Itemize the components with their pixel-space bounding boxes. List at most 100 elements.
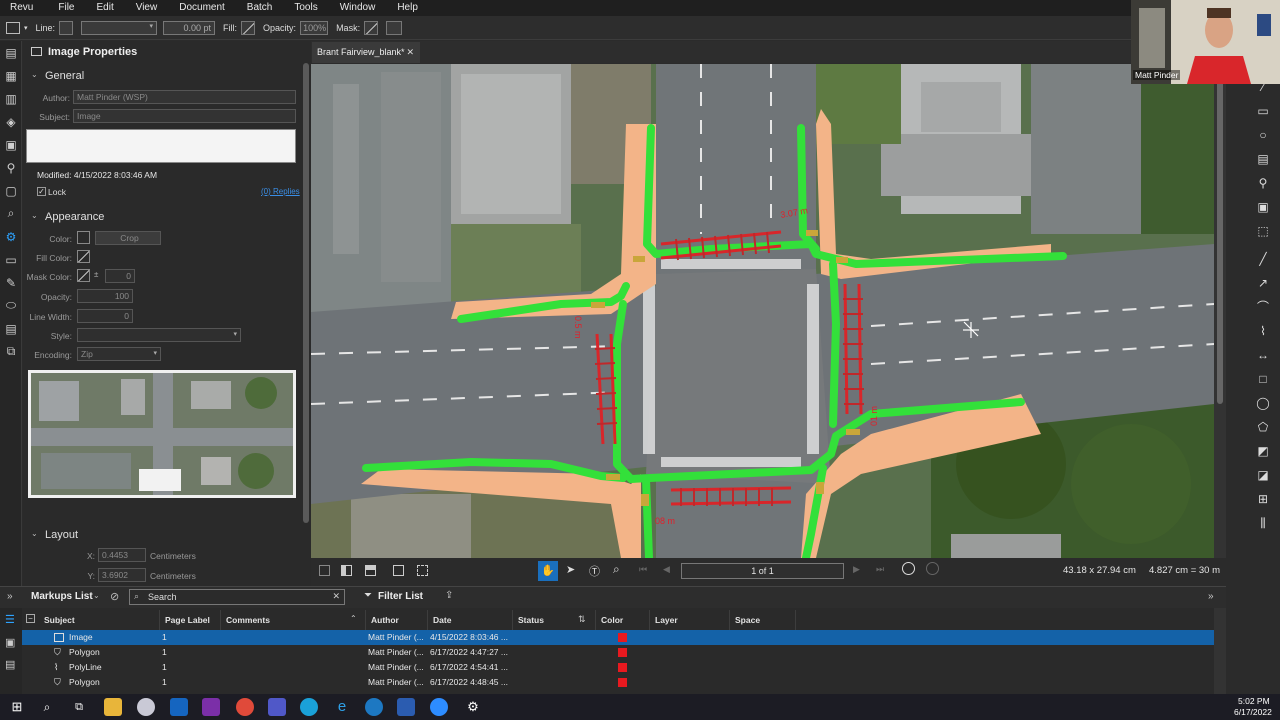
select-arrow-icon[interactable]: ➤	[566, 563, 575, 576]
filter-list-button[interactable]: Filter List	[378, 591, 423, 602]
fence-tool-icon[interactable]: ⫼	[1254, 514, 1272, 532]
arrow-tool-icon[interactable]: ↗	[1254, 274, 1272, 292]
list-view-icon[interactable]: ☰	[5, 613, 15, 626]
grid-icon[interactable]: ▦	[0, 64, 22, 87]
visibility-toggle-icon[interactable]: ⊘	[110, 590, 119, 603]
fill-color-swatch[interactable]	[77, 250, 90, 263]
chevron-down-icon[interactable]: ⌄	[93, 591, 100, 600]
col-subject[interactable]: Subject	[39, 610, 160, 630]
summary-icon[interactable]: ▣	[5, 636, 15, 649]
crop-button[interactable]: Crop	[95, 231, 161, 245]
page-number-field[interactable]: 1 of 1	[681, 563, 844, 579]
windows-start-icon[interactable]: ⊞	[8, 698, 26, 716]
aerial-intersection-map[interactable]: 3.07 m 0.5 m 01 m 08 m	[311, 64, 1214, 558]
measure-icon[interactable]: ▭	[0, 248, 22, 271]
status-filter-icon[interactable]: ⇅	[578, 614, 586, 625]
col-date[interactable]: Date	[428, 610, 513, 630]
menu-document[interactable]: Document	[168, 0, 236, 16]
line-width-stepper[interactable]: 0	[77, 309, 133, 323]
forward-view-icon[interactable]	[926, 562, 939, 575]
text-select-icon[interactable]: Ⓣ	[589, 563, 600, 579]
layout-section-header[interactable]: Layout	[45, 529, 78, 541]
markups-scrollbar[interactable]	[1214, 608, 1226, 694]
layers-icon[interactable]: ◈	[0, 110, 22, 133]
properties-gear-icon[interactable]: ⚙	[0, 225, 22, 248]
snapshot-tool-icon[interactable]: ⬚	[1254, 222, 1272, 240]
outlook-icon[interactable]	[170, 698, 188, 716]
search-icon[interactable]: ⌕	[38, 698, 56, 716]
line-width-stepper[interactable]: 0.00 pt	[163, 20, 216, 35]
style-dropdown[interactable]: ▾	[77, 328, 241, 342]
dimension-tool-icon[interactable]: ↔	[1254, 346, 1272, 364]
mask-tolerance-stepper[interactable]: 0	[105, 269, 135, 283]
x-field[interactable]: 0.4453	[98, 548, 146, 562]
table-row[interactable]: ⛉ Polygon 1 Matt Pinder (... 6/17/2022 4…	[22, 675, 1214, 690]
table-row[interactable]: Image 1 Matt Pinder (... 4/15/2022 8:03:…	[22, 630, 1214, 645]
line-tool-icon[interactable]: ╱	[1254, 250, 1272, 268]
thumbnails-icon[interactable]: ▤	[0, 41, 22, 64]
chevron-down-icon[interactable]: ⌄	[31, 529, 38, 538]
report-icon[interactable]: ▤	[5, 658, 15, 671]
author-field[interactable]: Matt Pinder (WSP)	[73, 90, 296, 104]
close-icon[interactable]: ✕	[406, 42, 414, 63]
search-icon[interactable]: ⌕	[0, 202, 22, 225]
menu-file[interactable]: File	[47, 0, 85, 16]
sort-asc-icon[interactable]: ⌃	[350, 614, 357, 623]
fill-color-swatch[interactable]	[241, 20, 256, 35]
chevron-down-icon[interactable]: ⌄	[31, 211, 38, 220]
mask-color-swatch[interactable]	[77, 269, 90, 282]
image-tool-icon[interactable]: ▣	[1254, 198, 1272, 216]
mask-color-swatch[interactable]	[364, 20, 379, 35]
panel-scroll-thumb[interactable]	[303, 63, 309, 523]
markups-list-title[interactable]: Markups List	[31, 591, 93, 602]
appearance-section-header[interactable]: Appearance	[45, 211, 104, 223]
image-tool-icon[interactable]	[6, 21, 20, 34]
opacity-stepper[interactable]: 100	[77, 289, 133, 303]
file-access-icon[interactable]: ▢	[0, 179, 22, 202]
col-author[interactable]: Author	[366, 610, 428, 630]
expand-panel-icon[interactable]: »	[1208, 591, 1214, 602]
panel-scrollbar[interactable]	[301, 59, 311, 586]
clear-search-icon[interactable]: ✕	[332, 591, 340, 602]
zoom-icon[interactable]: ⌕	[613, 562, 620, 577]
col-comments[interactable]: Comments	[221, 610, 366, 630]
eraser-tool-icon[interactable]: ◪	[1254, 466, 1272, 484]
prev-page-icon[interactable]: ◀	[663, 564, 670, 575]
table-row[interactable]: ⛉ Polygon 1 Matt Pinder (... 6/17/2022 4…	[22, 645, 1214, 660]
split-vertical-icon[interactable]	[341, 565, 352, 576]
bookmarks-icon[interactable]: ▥	[0, 87, 22, 110]
toolchest-icon[interactable]: ▣	[0, 133, 22, 156]
document-tab[interactable]: Brant Fairview_blank* ✕	[312, 42, 420, 63]
task-view-icon[interactable]: ⧉	[70, 698, 88, 716]
col-layer[interactable]: Layer	[650, 610, 730, 630]
stamp-tool-icon[interactable]: ▭	[1254, 102, 1272, 120]
area-measure-icon[interactable]: ◩	[1254, 442, 1272, 460]
tag-icon[interactable]: ⬭	[0, 294, 22, 317]
snap-grid-icon[interactable]	[417, 565, 428, 576]
settings-gear-icon[interactable]: ⚙	[464, 698, 482, 716]
first-page-icon[interactable]: ⏮	[639, 564, 647, 575]
back-view-icon[interactable]	[902, 562, 915, 575]
y-field[interactable]: 3.6902	[98, 568, 146, 582]
col-page-label[interactable]: Page Label	[160, 610, 221, 630]
drawing-canvas[interactable]: 3.07 m 0.5 m 01 m 08 m	[311, 64, 1214, 558]
split-horizontal-icon[interactable]	[365, 565, 376, 576]
image-tool-dropdown-icon[interactable]: ▾	[24, 24, 28, 32]
onenote-icon[interactable]	[202, 698, 220, 716]
person-icon[interactable]: ⚲	[0, 156, 22, 179]
lock-checkbox[interactable]: ✓	[37, 187, 46, 196]
collapse-all-icon[interactable]: −	[26, 614, 35, 623]
word-icon[interactable]	[397, 698, 415, 716]
markups-search-input[interactable]: ⌕ Search ✕	[129, 589, 345, 605]
canvas-scrollbar[interactable]	[1214, 64, 1226, 558]
menu-window[interactable]: Window	[329, 0, 387, 16]
col-space[interactable]: Space	[730, 610, 796, 630]
stamp-person-icon[interactable]: ⚲	[1254, 174, 1272, 192]
filter-icon[interactable]: ⏷	[364, 590, 372, 601]
links-icon[interactable]: ⧉	[0, 340, 22, 363]
menu-view[interactable]: View	[125, 0, 169, 16]
menu-help[interactable]: Help	[386, 0, 429, 16]
replies-link[interactable]: (0) Replies	[261, 187, 300, 196]
col-color[interactable]: Color	[596, 610, 650, 630]
canvas-scroll-thumb[interactable]	[1217, 74, 1223, 404]
